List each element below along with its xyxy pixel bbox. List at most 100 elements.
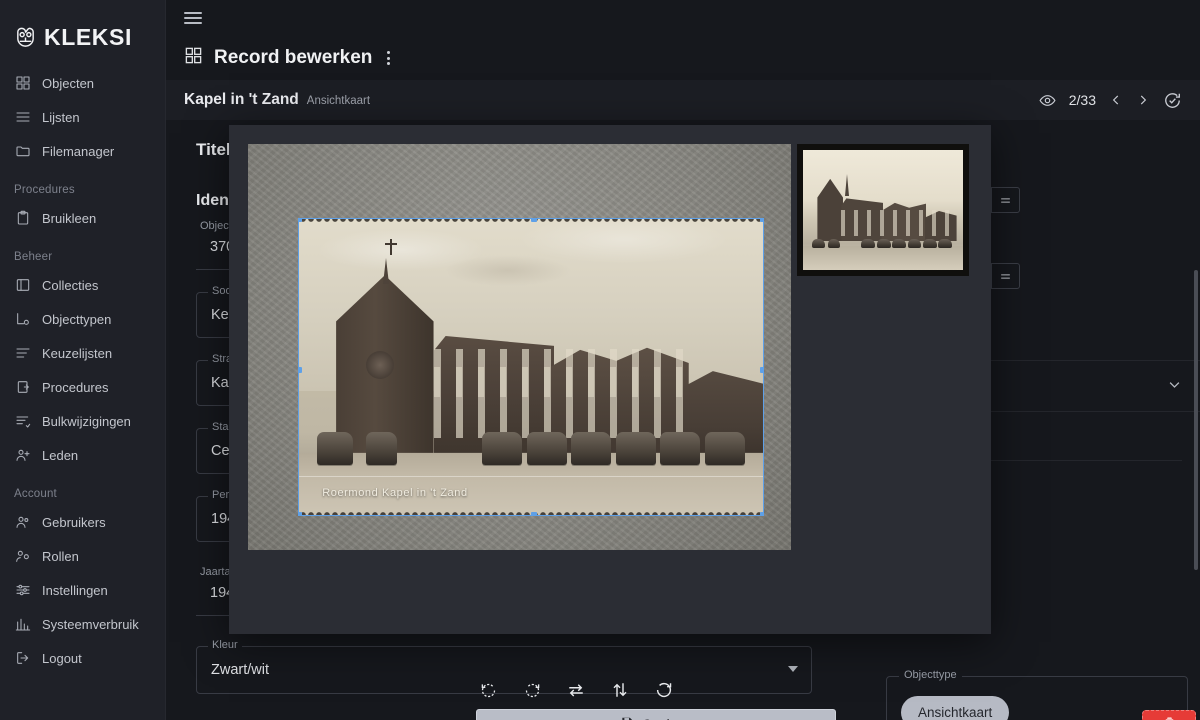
roles-icon <box>15 548 31 564</box>
crop-handle-tr[interactable] <box>760 219 763 222</box>
sidebar-item-filemanager[interactable]: Filemanager <box>0 134 165 168</box>
record-subtitle: Ansichtkaart <box>307 95 370 107</box>
drag-handle-icon[interactable] <box>992 264 1019 288</box>
thumbnail-image <box>803 150 963 270</box>
page-title: Record bewerken <box>214 47 372 69</box>
field-value: Zwart/wit <box>211 662 269 678</box>
scrollbar[interactable] <box>1194 270 1198 570</box>
sidebar-item-label: Objecten <box>42 76 94 91</box>
sidebar-item-label: Procedures <box>42 380 108 395</box>
photo-caption: Roermond Kapel in 't Zand <box>322 487 468 499</box>
sidebar-item-objecten[interactable]: Objecten <box>0 66 165 100</box>
chart-icon <box>15 616 31 632</box>
image-editor-modal: Roermond Kapel in 't Zand <box>229 125 991 634</box>
sidebar-item-label: Systeemverbruik <box>42 617 139 632</box>
field-label: Kleur <box>208 639 242 651</box>
members-icon <box>15 447 31 463</box>
crop-handle-tl[interactable] <box>299 219 302 222</box>
users-icon <box>15 514 31 530</box>
reset-icon[interactable] <box>651 677 677 703</box>
book-icon <box>15 277 31 293</box>
procedure-icon <box>15 379 31 395</box>
record-pager: 2/33 <box>1039 91 1182 110</box>
sidebar-item-bulkwijzigingen[interactable]: Bulkwijzigingen <box>0 404 165 438</box>
sidebar-item-bruikleen[interactable]: Bruikleen <box>0 201 165 235</box>
image-preview-thumbnail[interactable] <box>797 144 969 276</box>
image-editor-canvas[interactable]: Roermond Kapel in 't Zand <box>248 144 791 550</box>
chevron-down-icon[interactable] <box>788 666 798 672</box>
photo-spire <box>383 258 389 284</box>
choice-list-icon <box>15 345 31 361</box>
photo-image: Roermond Kapel in 't Zand <box>299 219 763 515</box>
grid-icon <box>184 46 203 70</box>
list-icon <box>15 109 31 125</box>
flip-horizontal-icon[interactable] <box>563 677 589 703</box>
rotate-left-icon[interactable] <box>475 677 501 703</box>
sidebar-group-label: Beheer <box>0 235 165 268</box>
sidebar-item-systeemverbruik[interactable]: Systeemverbruik <box>0 607 165 641</box>
sidebar-group-label: Account <box>0 472 165 505</box>
record-bar: Kapel in 't Zand Ansichtkaart 2/33 <box>166 80 1200 120</box>
sidebar-item-label: Objecttypen <box>42 312 111 327</box>
sidebar-nav: ObjectenLijstenFilemanagerProceduresBrui… <box>0 54 165 675</box>
settings-sliders-icon <box>15 582 31 598</box>
delete-button[interactable] <box>1142 710 1196 720</box>
crop-handle-l[interactable] <box>299 367 302 373</box>
sync-check-icon[interactable] <box>1163 91 1182 110</box>
clipboard-icon <box>15 210 31 226</box>
sidebar-group-label: Procedures <box>0 168 165 201</box>
flip-vertical-icon[interactable] <box>607 677 633 703</box>
objecttype-label: Objecttype <box>899 669 962 681</box>
hamburger-icon[interactable] <box>184 9 202 27</box>
sidebar-item-logout[interactable]: Logout <box>0 641 165 675</box>
rotate-right-icon[interactable] <box>519 677 545 703</box>
record-name: Kapel in 't Zand <box>184 91 299 109</box>
eye-icon[interactable] <box>1039 92 1056 109</box>
drag-handle-icon[interactable] <box>992 188 1019 212</box>
page-header: Record bewerken <box>166 36 1200 80</box>
crop-handle-bl[interactable] <box>299 512 302 515</box>
sidebar-item-label: Filemanager <box>42 144 114 159</box>
crop-handle-r[interactable] <box>760 367 763 373</box>
sidebar-item-rollen[interactable]: Rollen <box>0 539 165 573</box>
record-identity: Kapel in 't Zand Ansichtkaart <box>184 91 370 109</box>
save-button[interactable]: Opslaan <box>476 709 836 720</box>
sidebar-item-keuzelijsten[interactable]: Keuzelijsten <box>0 336 165 370</box>
folder-icon <box>15 143 31 159</box>
record-counter: 2/33 <box>1069 92 1096 108</box>
crop-handle-br[interactable] <box>760 512 763 515</box>
object-type-icon <box>15 311 31 327</box>
sidebar-item-instellingen[interactable]: Instellingen <box>0 573 165 607</box>
kebab-menu-icon[interactable] <box>383 48 394 67</box>
sidebar-item-label: Rollen <box>42 549 79 564</box>
crop-selection[interactable]: Roermond Kapel in 't Zand <box>299 219 763 515</box>
crop-handle-b[interactable] <box>531 512 537 515</box>
sidebar-item-label: Gebruikers <box>42 515 106 530</box>
objecttype-chip[interactable]: Ansichtkaart <box>901 696 1009 720</box>
sidebar-item-collecties[interactable]: Collecties <box>0 268 165 302</box>
sidebar: KLEKSI Objecten Lijsten Filemanager Procedu… <box>0 0 166 720</box>
owl-logo-icon <box>14 26 37 49</box>
sidebar-item-label: Leden <box>42 448 78 463</box>
sidebar-item-procedures[interactable]: Procedures <box>0 370 165 404</box>
sidebar-item-label: Instellingen <box>42 583 108 598</box>
editor-toolbar <box>475 677 677 703</box>
sidebar-item-leden[interactable]: Leden <box>0 438 165 472</box>
floppy-save-icon <box>620 716 634 720</box>
crop-handle-t[interactable] <box>531 219 537 222</box>
chevron-left-icon[interactable] <box>1109 93 1123 107</box>
photo-cross <box>390 239 392 255</box>
sidebar-item-label: Lijsten <box>42 110 80 125</box>
trash-icon <box>1162 715 1177 720</box>
sidebar-item-objecttypen[interactable]: Objecttypen <box>0 302 165 336</box>
brand-name: KLEKSI <box>44 24 132 51</box>
sidebar-item-gebruikers[interactable]: Gebruikers <box>0 505 165 539</box>
sidebar-item-label: Collecties <box>42 278 98 293</box>
chevron-down-icon[interactable] <box>1167 377 1182 395</box>
bulk-edit-icon <box>15 413 31 429</box>
sidebar-item-lijsten[interactable]: Lijsten <box>0 100 165 134</box>
sidebar-item-label: Keuzelijsten <box>42 346 112 361</box>
brand[interactable]: KLEKSI <box>0 10 165 54</box>
photo-rose-window <box>366 351 394 379</box>
chevron-right-icon[interactable] <box>1136 93 1150 107</box>
